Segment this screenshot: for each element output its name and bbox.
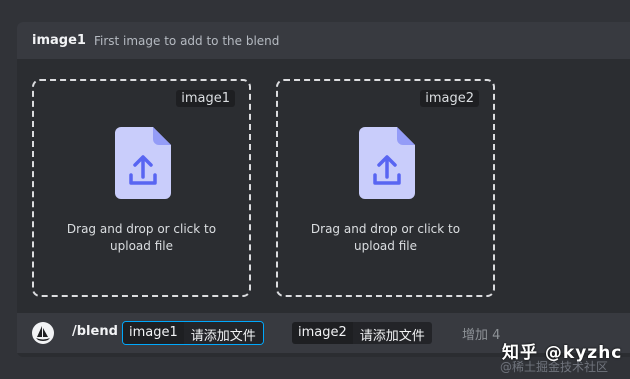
param-value: 请添加文件 [352,322,432,344]
dropzone-text: Drag and drop or click to upload file [66,222,217,253]
dropzone-tag: image1 [176,90,235,107]
watermark-juejin: @稀土掘金技术社区 [500,360,609,374]
param-chip-image2[interactable]: image2 请添加文件 [291,321,433,345]
option-header: image1 First image to add to the blend [17,22,630,59]
dropzone-image2[interactable]: image2 Drag and drop or click to upload … [276,79,495,297]
file-upload-icon [359,127,415,199]
param-key: image2 [292,322,353,344]
dropzone-image1[interactable]: image1 Drag and drop or click to upload … [32,79,251,297]
more-options-button[interactable]: 增加 4 [462,324,500,343]
file-upload-icon [115,127,171,199]
param-key: image1 [123,322,184,344]
option-panel: image1 First image to add to the blend i… [17,22,630,357]
dropzone-tag: image2 [420,90,479,107]
top-strip [0,0,630,22]
param-value: 请添加文件 [183,322,263,344]
midjourney-logo-icon [32,322,54,344]
dropzone-text: Drag and drop or click to upload file [310,222,461,253]
option-name: image1 [32,33,86,48]
param-chip-image1[interactable]: image1 请添加文件 [122,321,264,345]
option-description: First image to add to the blend [93,33,280,48]
command-name: /blend [72,324,118,339]
